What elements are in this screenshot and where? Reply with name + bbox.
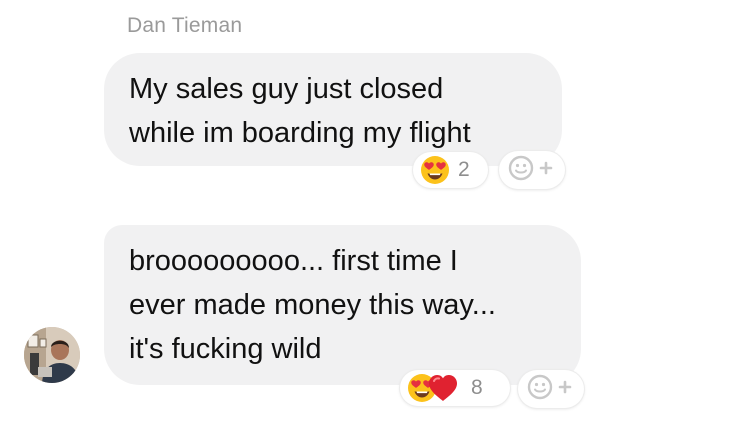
reaction-summary[interactable]: 8	[400, 370, 510, 406]
reaction-count: 2	[458, 158, 470, 181]
smiley-plus-icon	[526, 373, 576, 406]
reaction-count: 8	[471, 376, 483, 399]
message-text-line: brooooooooo... first time I	[129, 245, 458, 277]
add-reaction-button[interactable]	[518, 370, 584, 408]
reaction-summary[interactable]: 2	[413, 152, 488, 188]
message-text-line: ever made money this way...	[129, 289, 496, 321]
message-bubble[interactable]: brooooooooo... first time I ever made mo…	[104, 225, 581, 385]
heart-eyes-emoji-icon	[420, 155, 450, 185]
sender-avatar[interactable]	[24, 327, 80, 383]
message-bubble[interactable]: My sales guy just closed while im boardi…	[104, 53, 562, 166]
message-text-line: while im boarding my flight	[129, 117, 471, 149]
message-text-line: it's fucking wild	[129, 333, 322, 365]
message-text-line: My sales guy just closed	[129, 73, 444, 105]
add-reaction-button[interactable]	[499, 151, 565, 189]
sender-name: Dan Tieman	[127, 14, 243, 37]
smiley-plus-icon	[507, 154, 557, 187]
red-heart-emoji-icon	[427, 373, 457, 403]
